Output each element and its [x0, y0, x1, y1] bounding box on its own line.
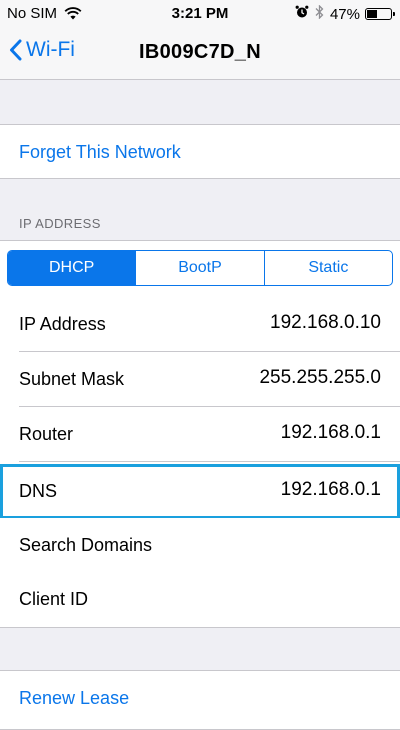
ip-address-row: IP Address 192.168.0.10	[0, 297, 400, 352]
row-label: Search Domains	[19, 535, 153, 555]
row-label: Router	[19, 424, 74, 444]
row-label: IP Address	[19, 314, 106, 334]
subnet-mask-row: Subnet Mask 255.255.255.0	[0, 352, 400, 407]
bluetooth-icon	[315, 4, 324, 23]
forget-network-group: Forget This Network	[0, 124, 400, 179]
renew-lease-group: Renew Lease	[0, 670, 400, 730]
segment-static[interactable]: Static	[263, 251, 392, 285]
status-right: 47%	[295, 4, 395, 23]
renew-lease-button[interactable]: Renew Lease	[19, 688, 129, 709]
row-value: 255.255.255.0	[259, 367, 381, 388]
dns-row[interactable]: DNS 192.168.0.1	[0, 464, 400, 519]
forget-network-button[interactable]: Forget This Network	[19, 142, 181, 163]
row-value: 192.168.0.1	[280, 479, 381, 500]
battery-icon	[365, 8, 395, 20]
row-value: 192.168.0.10	[270, 312, 381, 333]
row-label: Subnet Mask	[19, 369, 125, 389]
page-title: IB009C7D_N	[139, 41, 261, 63]
row-label: DNS	[19, 481, 58, 501]
search-domains-row[interactable]: Search Domains	[0, 518, 400, 573]
router-row: Router 192.168.0.1	[0, 407, 400, 462]
status-bar: No SIM 3:21 PM 47%	[0, 0, 400, 28]
row-value: 192.168.0.1	[280, 422, 381, 443]
navigation-bar: Wi-Fi IB009C7D_N	[0, 28, 400, 80]
segment-dhcp[interactable]: DHCP	[8, 251, 136, 285]
ip-address-section-header: IP ADDRESS	[19, 216, 101, 231]
alarm-icon	[295, 5, 309, 23]
battery-percent: 47%	[329, 5, 360, 23]
row-label: Client ID	[19, 589, 89, 609]
client-id-row[interactable]: Client ID	[0, 572, 400, 626]
ip-mode-segmented-control: DHCP BootP Static	[7, 250, 393, 286]
segment-bootp[interactable]: BootP	[135, 251, 263, 285]
